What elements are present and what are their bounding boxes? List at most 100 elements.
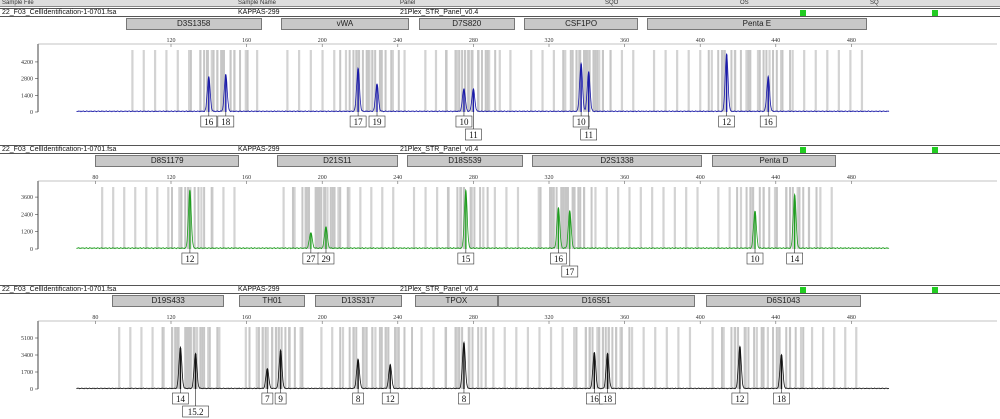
quality-flag-icon[interactable] — [800, 10, 806, 16]
quality-flag-icon[interactable] — [800, 147, 806, 153]
sample-info-bar[interactable]: 22_F03_CellIdentification-1-0701.fsa KAPP… — [0, 8, 1000, 17]
allele-bin — [844, 327, 847, 389]
x-tick-label: 400 — [696, 315, 705, 321]
allele-bin — [484, 327, 487, 389]
allele-bin — [309, 50, 312, 112]
marker-label[interactable]: D8S1179 — [95, 155, 240, 167]
sample-info-bar[interactable]: 22_F03_CellIdentification-1-0701.fsa KAPP… — [0, 145, 1000, 154]
allele-call-label: 9 — [278, 394, 283, 404]
allele-bin — [412, 187, 416, 249]
quality-flag-icon[interactable] — [932, 287, 938, 293]
allele-bin — [197, 187, 200, 249]
marker-label[interactable]: D21S11 — [276, 155, 398, 167]
marker-label[interactable]: Penta D — [711, 155, 837, 167]
allele-bin — [380, 327, 383, 389]
allele-bin — [384, 327, 387, 389]
allele-bin — [785, 327, 788, 389]
marker-bar: D8S1179 D21S11 D18S539 D2S1338 Penta D — [0, 155, 1000, 169]
allele-bin — [662, 187, 665, 249]
quality-flag-icon[interactable] — [932, 10, 938, 16]
sample-info-bar[interactable]: 22_F03_CellIdentification-1-0701.fsa KAPP… — [0, 285, 1000, 294]
allele-bin — [762, 187, 765, 249]
allele-bin — [530, 50, 533, 112]
marker-label[interactable]: CSF1PO — [524, 18, 638, 30]
marker-label[interactable]: D19S433 — [112, 295, 224, 307]
allele-bin — [493, 187, 496, 249]
allele-bin — [749, 50, 752, 112]
x-tick-label: 280 — [469, 175, 478, 181]
allele-bin — [320, 327, 323, 389]
allele-bin — [184, 327, 187, 389]
marker-label[interactable]: D13S317 — [314, 295, 402, 307]
allele-bin — [552, 187, 555, 249]
marker-label[interactable]: D7S820 — [418, 18, 515, 30]
allele-bin — [537, 187, 540, 249]
allele-bin — [411, 327, 414, 389]
allele-bin — [161, 327, 164, 389]
allele-bin — [855, 327, 858, 389]
allele-bin — [664, 50, 667, 112]
allele-bin — [361, 327, 364, 389]
allele-call-label: 12 — [722, 117, 731, 127]
allele-bin — [359, 187, 362, 249]
allele-bin — [775, 50, 778, 112]
allele-bin — [370, 187, 373, 249]
allele-bin — [549, 187, 551, 249]
quality-flag-icon[interactable] — [800, 287, 806, 293]
marker-label[interactable]: D6S1043 — [705, 295, 861, 307]
allele-call-label: 27 — [306, 254, 316, 264]
marker-label[interactable]: TPOX — [414, 295, 498, 307]
marker-label[interactable]: D16S51 — [497, 295, 695, 307]
allele-bin — [620, 50, 624, 112]
allele-bin — [397, 50, 400, 112]
allele-call-label: 18 — [603, 394, 613, 404]
column-header-sample-file[interactable]: Sample File — [2, 0, 34, 7]
marker-label[interactable]: D3S1358 — [125, 18, 262, 30]
marker-label[interactable]: Penta E — [647, 18, 867, 30]
allele-bin — [348, 50, 351, 112]
allele-bin — [562, 50, 565, 112]
x-tick-label: 240 — [393, 315, 402, 321]
allele-bin — [598, 327, 601, 389]
marker-label[interactable]: TH01 — [239, 295, 306, 307]
allele-call-label: 10 — [459, 117, 469, 127]
allele-bin — [454, 50, 457, 112]
x-tick-label: 160 — [242, 38, 251, 44]
y-tick-label: 1400 — [21, 93, 33, 99]
quality-flag-icon[interactable] — [932, 147, 938, 153]
column-header-panel[interactable]: Panel — [400, 0, 415, 7]
allele-bin — [333, 50, 336, 112]
allele-bin — [301, 327, 304, 389]
column-header-sqo[interactable]: SQO — [605, 0, 618, 7]
allele-call-label: 8 — [356, 394, 361, 404]
allele-bin — [458, 50, 461, 112]
allele-bin — [212, 50, 215, 112]
allele-bin — [688, 327, 692, 389]
allele-bin — [314, 187, 317, 249]
column-header-os[interactable]: OS — [740, 0, 749, 7]
marker-label[interactable]: vWA — [280, 18, 410, 30]
allele-bin — [344, 50, 348, 112]
allele-bin — [710, 50, 713, 112]
column-header-sq[interactable]: SQ — [870, 0, 879, 7]
y-tick-label: 2400 — [21, 212, 33, 218]
marker-label[interactable]: D2S1338 — [531, 155, 703, 167]
allele-bin — [564, 50, 567, 112]
allele-bin — [346, 187, 349, 249]
allele-bin — [482, 187, 485, 249]
column-header-sample-name[interactable]: Sample Name — [238, 0, 276, 7]
allele-call-label: 15.2 — [188, 407, 204, 417]
allele-bin — [291, 187, 294, 249]
x-tick-label: 120 — [167, 315, 176, 321]
allele-bin — [583, 187, 586, 249]
allele-bin — [305, 187, 308, 249]
allele-bin — [830, 187, 833, 249]
allele-bin — [685, 187, 688, 249]
allele-bin — [432, 327, 435, 389]
allele-bin — [446, 187, 449, 249]
allele-bin — [261, 327, 264, 389]
allele-bin — [282, 187, 285, 249]
allele-bin — [216, 50, 219, 112]
marker-label[interactable]: D18S539 — [407, 155, 523, 167]
allele-bin — [374, 327, 377, 389]
